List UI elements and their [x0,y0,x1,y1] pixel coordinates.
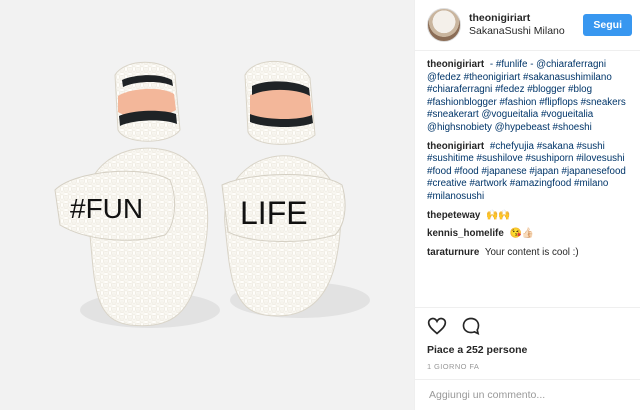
post-header-text: theonigiriart SakanaSushi Milano [469,12,583,38]
comment-username[interactable]: taraturnure [427,247,479,258]
comment-text: Your content is cool :) [484,246,579,258]
header-location[interactable]: SakanaSushi Milano [469,25,583,38]
comment-username[interactable]: theonigiriart [427,59,484,70]
header-username[interactable]: theonigiriart [469,12,583,25]
comment-item: theonigiriart - #funlife - @chiaraferrag… [427,59,628,135]
post-window: #FUN LIFE theonigiriart SakanaSushi Mila… [0,0,640,410]
comment-username[interactable]: theonigiriart [427,141,484,152]
photo-text-left: #FUN [70,193,143,224]
action-icons [427,316,628,340]
post-photo[interactable]: #FUN LIFE [0,0,415,410]
comment-item: thepeteway 🙌🙌 [427,210,628,223]
comment-text: - #funlife - @chiaraferragni @fedez #the… [427,59,626,133]
sushi-flipflops-image: #FUN LIFE [0,0,414,410]
post-actions: Piace a 252 persone 1 GIORNO FA [415,307,640,371]
post-sidebar: theonigiriart SakanaSushi Milano Segui t… [415,0,640,410]
add-comment-bar [415,379,640,410]
follow-button[interactable]: Segui [583,14,632,36]
comments-list: theonigiriart - #funlife - @chiaraferrag… [415,51,640,307]
comment-username[interactable]: thepeteway [427,210,480,221]
heart-icon[interactable] [427,316,447,341]
comment-input[interactable] [427,388,628,402]
comment-item: theonigiriart #chefyujia #sakana #sushi … [427,141,628,204]
comment-icon[interactable] [461,316,481,341]
likes-count[interactable]: Piace a 252 persone [427,344,628,356]
comment-username[interactable]: kennis_homelife [427,228,504,239]
avatar[interactable] [427,8,461,42]
comment-item: kennis_homelife 😘👍🏻 [427,228,628,241]
comment-text: 🙌🙌 [486,209,511,221]
photo-text-right: LIFE [240,195,308,231]
comment-text: 😘👍🏻 [509,228,534,240]
comment-item: taraturnure Your content is cool :) [427,247,628,260]
post-timestamp: 1 GIORNO FA [427,362,480,371]
post-header: theonigiriart SakanaSushi Milano Segui [415,0,640,51]
